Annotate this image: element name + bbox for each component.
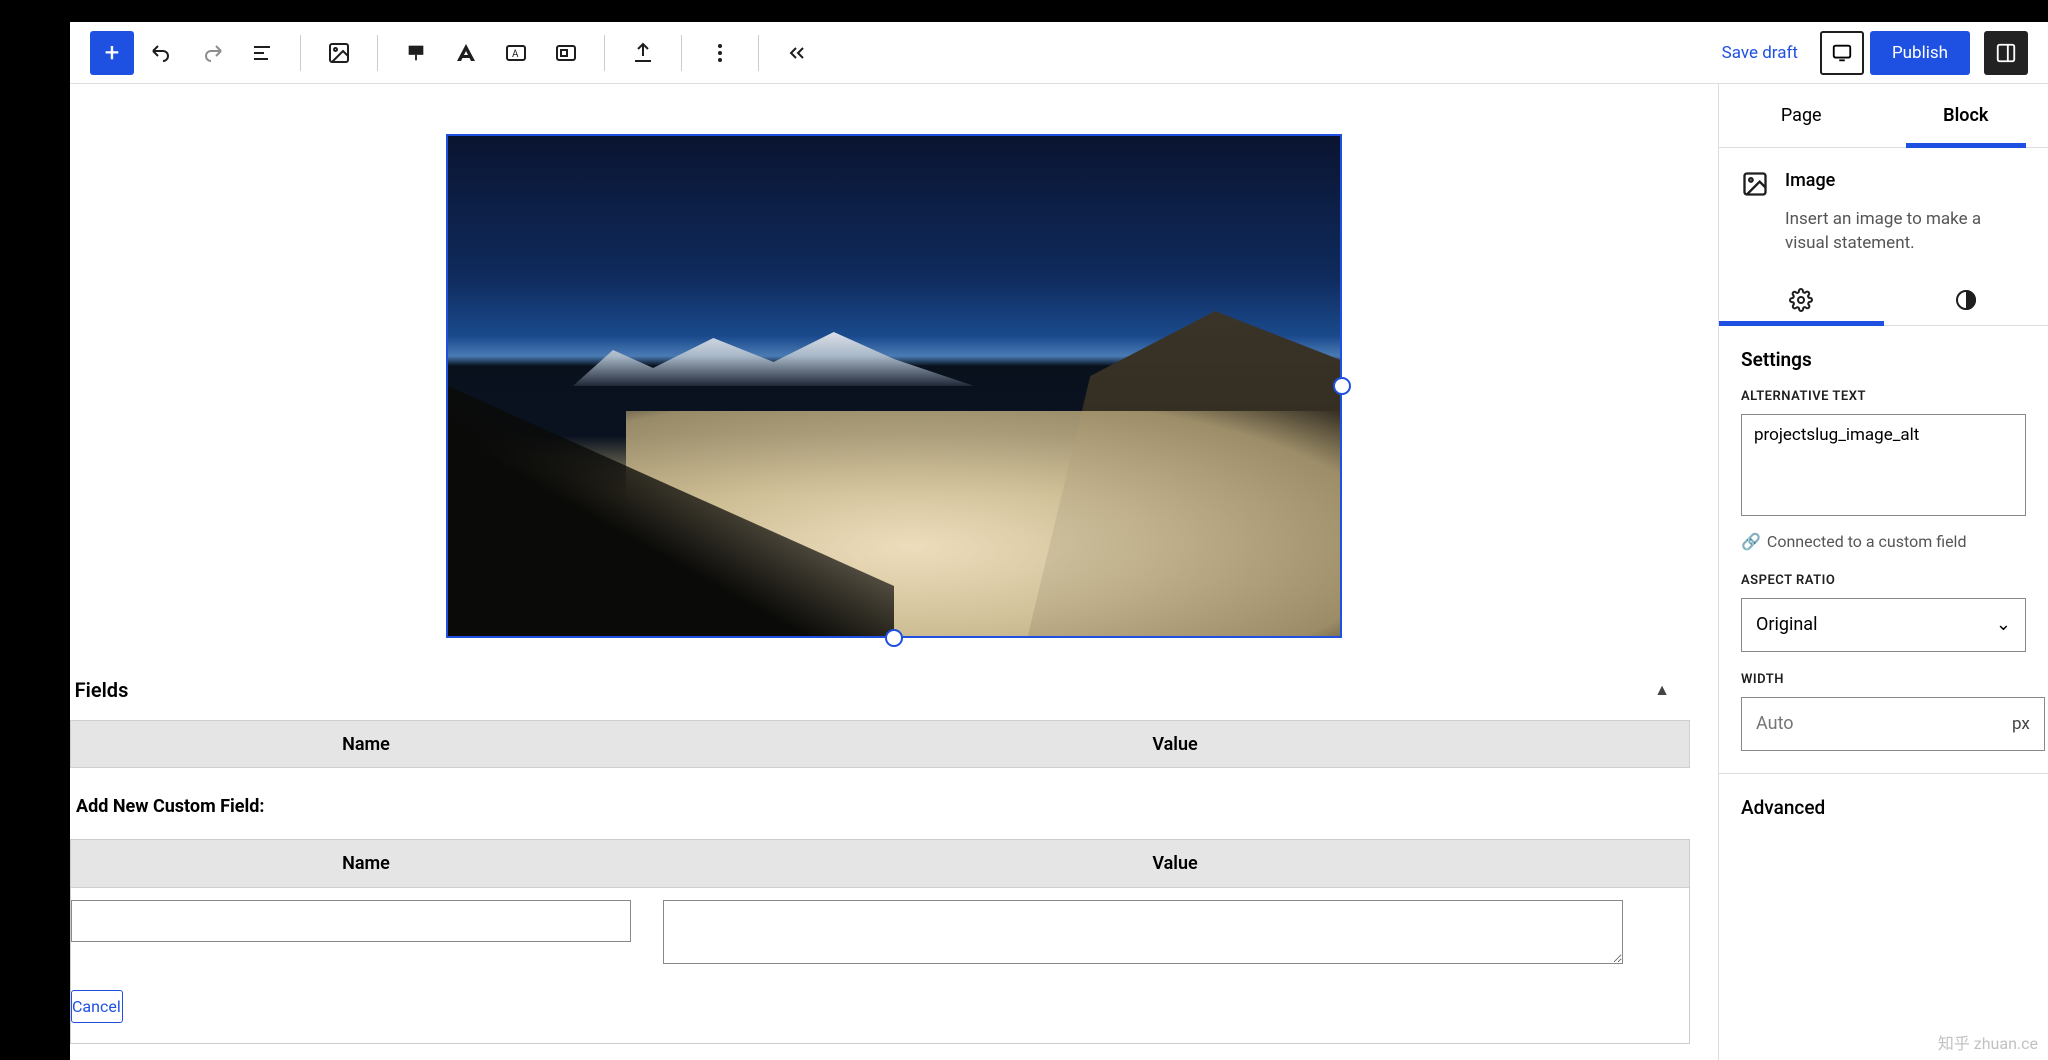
custom-fields-table-header: Name Value xyxy=(70,720,1690,768)
subtab-styles[interactable] xyxy=(1884,276,2048,325)
link-icon: 🔗 xyxy=(1741,532,1761,551)
width-label: Width xyxy=(1741,672,2045,687)
settings-heading: Settings xyxy=(1741,348,2026,371)
collapse-toolbar-button[interactable] xyxy=(775,31,819,75)
resize-handle-right[interactable] xyxy=(1333,377,1351,395)
add-block-button[interactable]: + xyxy=(90,31,134,75)
add-new-custom-field-label: Add New Custom Field: xyxy=(70,768,1718,839)
settings-panel-toggle[interactable] xyxy=(1984,31,2028,75)
publish-button[interactable]: Publish xyxy=(1870,31,1970,75)
custom-fields-heading: Custom Fields xyxy=(70,678,128,702)
watermark: 知乎 zhuan.ce xyxy=(1938,1030,2038,1054)
image-icon xyxy=(317,31,361,75)
width-unit: px xyxy=(1998,714,2044,734)
gear-icon xyxy=(1789,288,1813,312)
custom-field-value-input[interactable] xyxy=(663,900,1623,964)
subtab-settings[interactable] xyxy=(1719,276,1884,325)
svg-text:A: A xyxy=(512,49,519,60)
col-value-2: Value xyxy=(661,853,1689,874)
editor-toolbar: + A xyxy=(70,22,2048,84)
aspect-ratio-label: Aspect Ratio xyxy=(1741,573,2026,588)
caption-button[interactable] xyxy=(444,31,488,75)
alt-text-input[interactable] xyxy=(1741,414,2026,516)
cancel-button[interactable]: Cancel xyxy=(71,990,123,1023)
width-input[interactable] xyxy=(1742,713,1998,734)
tab-page[interactable]: Page xyxy=(1719,84,1884,147)
save-draft-button[interactable]: Save draft xyxy=(1706,33,1814,73)
custom-field-name-input[interactable] xyxy=(71,900,631,942)
custom-fields-new-header: Name Value xyxy=(71,840,1689,888)
text-button[interactable]: A xyxy=(494,31,538,75)
align-button[interactable] xyxy=(394,31,438,75)
connected-field-note: 🔗 Connected to a custom field xyxy=(1741,532,2026,551)
undo-button[interactable] xyxy=(140,31,184,75)
preview-button[interactable] xyxy=(1820,31,1864,75)
block-type-title: Image xyxy=(1785,170,1835,198)
redo-button[interactable] xyxy=(190,31,234,75)
chevron-down-icon: ⌄ xyxy=(1996,614,2011,635)
col-value: Value xyxy=(661,734,1689,755)
more-options-button[interactable] xyxy=(698,31,742,75)
resize-handle-bottom[interactable] xyxy=(885,629,903,647)
crop-button[interactable] xyxy=(544,31,588,75)
document-outline-button[interactable] xyxy=(240,31,284,75)
settings-sidebar: Page Block Image Insert an image to make… xyxy=(1718,84,2048,1060)
aspect-ratio-select[interactable]: Original ⌄ xyxy=(1741,598,2026,652)
image-icon xyxy=(1741,170,1769,198)
styles-icon xyxy=(1954,288,1978,312)
col-name-2: Name xyxy=(71,853,661,874)
upload-button[interactable] xyxy=(621,31,665,75)
selected-image[interactable] xyxy=(446,134,1342,638)
col-name: Name xyxy=(71,734,661,755)
tab-block[interactable]: Block xyxy=(1884,84,2048,147)
collapse-icon[interactable]: ▲ xyxy=(1654,680,1718,700)
block-description: Insert an image to make a visual stateme… xyxy=(1719,206,2048,276)
image-block[interactable] xyxy=(446,134,1342,638)
alt-text-label: Alternative Text xyxy=(1741,389,2026,404)
advanced-panel-toggle[interactable]: Advanced xyxy=(1719,773,2048,841)
